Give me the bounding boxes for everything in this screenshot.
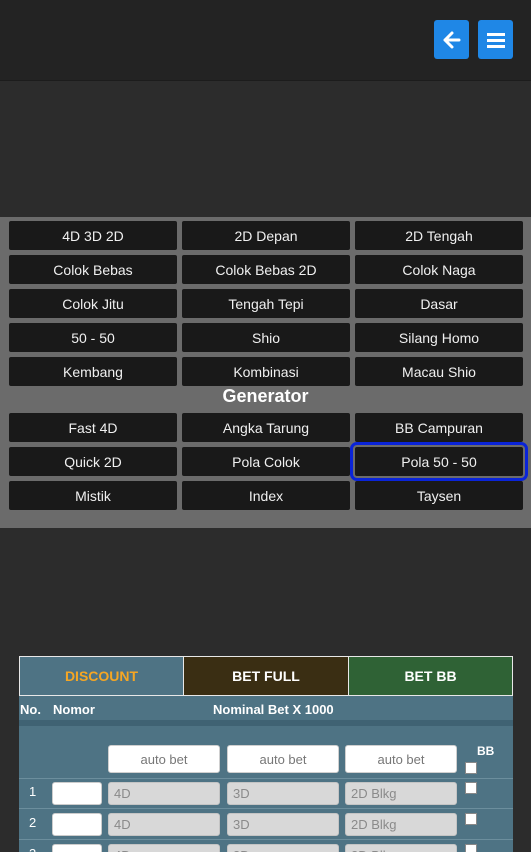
top-bar (0, 0, 531, 81)
game-button-kombinasi[interactable]: Kombinasi (182, 357, 350, 386)
generator-button-pola-50-50[interactable]: Pola 50 - 50 (350, 442, 528, 481)
game-button-50-50[interactable]: 50 - 50 (9, 323, 177, 352)
row-divider (19, 839, 513, 840)
bet-4d-input[interactable] (108, 844, 220, 852)
game-button-colok-bebas[interactable]: Colok Bebas (9, 255, 177, 284)
bb-checkbox[interactable] (465, 782, 477, 794)
bet-2d-belakang-input[interactable] (345, 813, 457, 836)
game-button-colok-naga[interactable]: Colok Naga (355, 255, 523, 284)
generator-button-index[interactable]: Index (182, 481, 350, 510)
auto-bet-3d-input[interactable] (227, 745, 339, 773)
bet-2d-belakang-input[interactable] (345, 782, 457, 805)
game-button-2d-depan[interactable]: 2D Depan (182, 221, 350, 250)
row-number: 3 (29, 846, 36, 852)
header-divider (19, 720, 513, 726)
auto-bet-4d-input[interactable] (108, 745, 220, 773)
bet-2d-belakang-input[interactable] (345, 844, 457, 852)
generator-button-quick-2d[interactable]: Quick 2D (9, 447, 177, 476)
bb-label: BB (477, 744, 495, 758)
bet-4d-input[interactable] (108, 813, 220, 836)
tab-bet-full[interactable]: BET FULL (183, 656, 349, 696)
header-nominal: Nominal Bet X 1000 (213, 702, 334, 717)
bb-checkbox[interactable] (465, 844, 477, 852)
header-no: No. (20, 702, 41, 717)
nomor-input[interactable] (52, 782, 102, 805)
bet-form-panel: DISCOUNT BET FULL BET BB No. Nomor Nomin… (19, 656, 513, 852)
bet-4d-input[interactable] (108, 782, 220, 805)
menu-button[interactable] (478, 20, 513, 59)
row-number: 2 (29, 815, 37, 830)
generator-button-taysen[interactable]: Taysen (355, 481, 523, 510)
auto-bet-2d-input[interactable] (345, 745, 457, 773)
bet-3d-input[interactable] (227, 844, 339, 852)
row-number: 1 (29, 784, 37, 799)
tab-discount[interactable]: DISCOUNT (19, 656, 184, 696)
game-button-silang-homo[interactable]: Silang Homo (355, 323, 523, 352)
game-button-colok-bebas-2d[interactable]: Colok Bebas 2D (182, 255, 350, 284)
game-button-macau-shio[interactable]: Macau Shio (355, 357, 523, 386)
header-nomor: Nomor (53, 702, 95, 717)
bet-3d-input[interactable] (227, 813, 339, 836)
generator-button-fast-4d[interactable]: Fast 4D (9, 413, 177, 442)
generator-button-pola-colok[interactable]: Pola Colok (182, 447, 350, 476)
generator-button-mistik[interactable]: Mistik (9, 481, 177, 510)
game-button-colok-jitu[interactable]: Colok Jitu (9, 289, 177, 318)
generator-button-angka-tarung[interactable]: Angka Tarung (182, 413, 350, 442)
game-button-2d-tengah[interactable]: 2D Tengah (355, 221, 523, 250)
game-button-dasar[interactable]: Dasar (355, 289, 523, 318)
back-button[interactable] (434, 20, 469, 59)
arrow-left-icon (443, 31, 460, 48)
nomor-input[interactable] (52, 844, 102, 852)
game-button-shio[interactable]: Shio (182, 323, 350, 352)
game-button-tengah-tepi[interactable]: Tengah Tepi (182, 289, 350, 318)
tab-bet-bb[interactable]: BET BB (348, 656, 513, 696)
generator-button-bb-campuran[interactable]: BB Campuran (355, 413, 523, 442)
nomor-input[interactable] (52, 813, 102, 836)
row-divider (19, 808, 513, 809)
game-button-4d-3d-2d[interactable]: 4D 3D 2D (9, 221, 177, 250)
row-divider (19, 778, 513, 779)
bb-all-checkbox[interactable] (465, 762, 477, 774)
hamburger-menu-icon (486, 32, 505, 48)
bet-3d-input[interactable] (227, 782, 339, 805)
game-button-kembang[interactable]: Kembang (9, 357, 177, 386)
bb-checkbox[interactable] (465, 813, 477, 825)
generator-title: Generator (222, 386, 309, 406)
